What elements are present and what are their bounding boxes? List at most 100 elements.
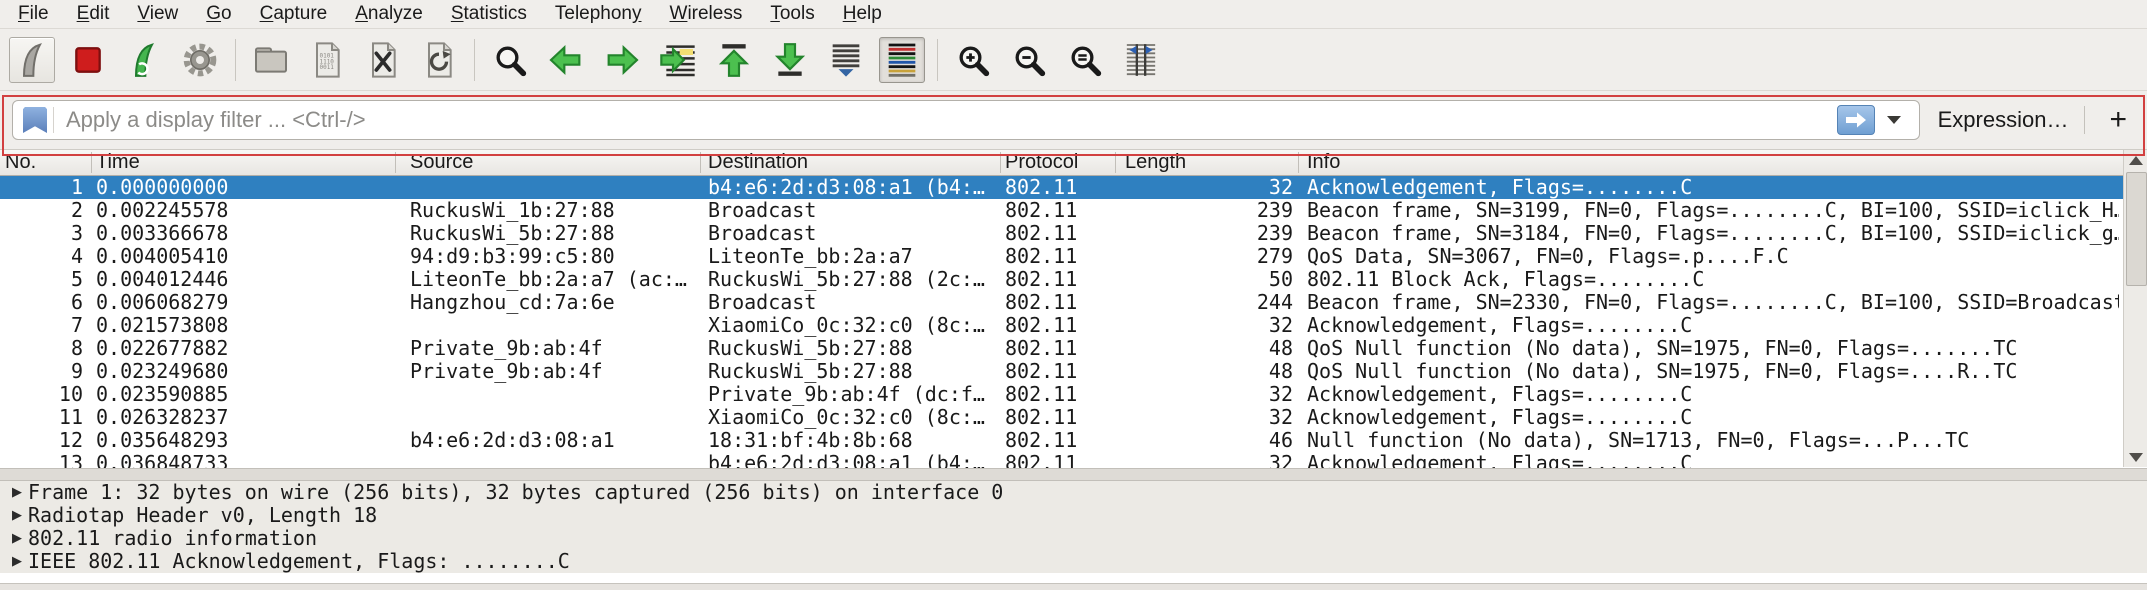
- cell-destination: Broadcast: [708, 199, 998, 222]
- packet-row[interactable]: 90.023249680Private_9b:ab:4fRuckusWi_5b:…: [0, 360, 2147, 383]
- cell-source: b4:e6:2d:d3:08:a1: [410, 429, 698, 452]
- expand-triangle-icon[interactable]: ▶: [0, 504, 28, 527]
- packet-list-scrollbar[interactable]: [2123, 150, 2147, 467]
- cell-protocol: 802.11: [1005, 406, 1113, 429]
- main-toolbar: 010111100011: [0, 29, 2147, 91]
- add-filter-button[interactable]: +: [2101, 105, 2135, 135]
- scroll-up-button[interactable]: [2124, 150, 2147, 170]
- cell-length: 32: [1115, 452, 1293, 468]
- packet-row[interactable]: 20.002245578RuckusWi_1b:27:88Broadcast80…: [0, 199, 2147, 222]
- reload-capture-file-icon[interactable]: [416, 37, 462, 83]
- apply-filter-button[interactable]: [1837, 105, 1875, 135]
- cell-destination: 18:31:bf:4b:8b:68: [708, 429, 998, 452]
- cell-info: Null function (No data), SN=1713, FN=0, …: [1307, 429, 2119, 452]
- cell-time: 0.002245578: [96, 199, 392, 222]
- packet-row[interactable]: 80.022677882Private_9b:ab:4fRuckusWi_5b:…: [0, 337, 2147, 360]
- cell-no: 11: [0, 406, 83, 429]
- menu-view[interactable]: View: [123, 1, 192, 27]
- cell-time: 0.000000000: [96, 176, 392, 199]
- restart-capture-icon[interactable]: [121, 37, 167, 83]
- capture-options-icon[interactable]: [177, 37, 223, 83]
- packet-row[interactable]: 110.026328237XiaomiCo_0c:32:c0 (8c:…802.…: [0, 406, 2147, 429]
- detail-row[interactable]: ▶802.11 radio information: [0, 527, 2147, 550]
- menu-edit[interactable]: Edit: [63, 1, 124, 27]
- last-packet-icon[interactable]: [767, 37, 813, 83]
- scrollbar-thumb[interactable]: [2126, 172, 2147, 286]
- previous-packet-icon[interactable]: [543, 37, 589, 83]
- save-capture-file-icon[interactable]: 010111100011: [304, 37, 350, 83]
- packet-row[interactable]: 10.000000000b4:e6:2d:d3:08:a1 (b4:…802.1…: [0, 176, 2147, 199]
- column-header-length[interactable]: Length: [1125, 150, 1186, 175]
- packet-row[interactable]: 70.021573808XiaomiCo_0c:32:c0 (8c:…802.1…: [0, 314, 2147, 337]
- packet-row[interactable]: 30.003366678RuckusWi_5b:27:88Broadcast80…: [0, 222, 2147, 245]
- cell-no: 7: [0, 314, 83, 337]
- start-capture-icon[interactable]: [9, 37, 55, 83]
- column-separator[interactable]: [395, 152, 396, 173]
- detail-row[interactable]: ▶Frame 1: 32 bytes on wire (256 bits), 3…: [0, 481, 2147, 504]
- cell-source: LiteonTe_bb:2a:a7 (ac:…: [410, 268, 698, 291]
- close-capture-file-icon[interactable]: [360, 37, 406, 83]
- cell-no: 4: [0, 245, 83, 268]
- cell-source: RuckusWi_5b:27:88: [410, 222, 698, 245]
- column-header-info[interactable]: Info: [1307, 150, 1340, 175]
- packet-row[interactable]: 120.035648293b4:e6:2d:d3:08:a118:31:bf:4…: [0, 429, 2147, 452]
- expression-button[interactable]: Expression…: [1938, 107, 2069, 133]
- column-separator[interactable]: [91, 152, 92, 173]
- column-header-no[interactable]: No.: [5, 150, 36, 175]
- cell-no: 3: [0, 222, 83, 245]
- first-packet-icon[interactable]: [711, 37, 757, 83]
- cell-info: Acknowledgement, Flags=........C: [1307, 176, 2119, 199]
- packet-row[interactable]: 60.006068279Hangzhou_cd:7a:6eBroadcast80…: [0, 291, 2147, 314]
- detail-row[interactable]: ▶Radiotap Header v0, Length 18: [0, 504, 2147, 527]
- menu-capture[interactable]: Capture: [246, 1, 342, 27]
- stop-capture-icon[interactable]: [65, 37, 111, 83]
- toolbar-separator: [235, 39, 236, 81]
- cell-protocol: 802.11: [1005, 245, 1113, 268]
- menu-telephony[interactable]: Telephony: [541, 1, 656, 27]
- find-packet-icon[interactable]: [487, 37, 533, 83]
- scroll-down-button[interactable]: [2124, 447, 2147, 467]
- detail-row[interactable]: ▶IEEE 802.11 Acknowledgement, Flags: ...…: [0, 550, 2147, 573]
- column-separator[interactable]: [1000, 152, 1001, 173]
- cell-length: 244: [1115, 291, 1293, 314]
- menu-statistics[interactable]: Statistics: [437, 1, 541, 27]
- cell-time: 0.004005410: [96, 245, 392, 268]
- filter-bookmark-icon[interactable]: [23, 107, 47, 133]
- column-separator[interactable]: [700, 152, 701, 173]
- zoom-reset-icon[interactable]: [1062, 37, 1108, 83]
- column-separator[interactable]: [1115, 152, 1116, 173]
- cell-no: 6: [0, 291, 83, 314]
- expand-triangle-icon[interactable]: ▶: [0, 481, 28, 504]
- column-header-protocol[interactable]: Protocol: [1005, 150, 1078, 175]
- next-packet-icon[interactable]: [599, 37, 645, 83]
- column-header-destination[interactable]: Destination: [708, 150, 808, 175]
- packet-row[interactable]: 50.004012446LiteonTe_bb:2a:a7 (ac:…Rucku…: [0, 268, 2147, 291]
- menu-go[interactable]: Go: [192, 1, 245, 27]
- column-header-time[interactable]: Time: [96, 150, 140, 175]
- go-to-packet-icon[interactable]: [655, 37, 701, 83]
- menu-wireless[interactable]: Wireless: [656, 1, 757, 27]
- menu-file[interactable]: File: [4, 1, 63, 27]
- expand-triangle-icon[interactable]: ▶: [0, 550, 28, 573]
- packet-row[interactable]: 100.023590885Private_9b:ab:4f (dc:f…802.…: [0, 383, 2147, 406]
- menu-tools[interactable]: Tools: [756, 1, 828, 27]
- column-header-source[interactable]: Source: [410, 150, 473, 175]
- filter-history-dropdown[interactable]: [1887, 116, 1901, 124]
- menu-help[interactable]: Help: [829, 1, 896, 27]
- cell-info: Beacon frame, SN=2330, FN=0, Flags=.....…: [1307, 291, 2119, 314]
- cell-time: 0.003366678: [96, 222, 392, 245]
- open-capture-file-icon[interactable]: [248, 37, 294, 83]
- packet-row[interactable]: 130.036848733b4:e6:2d:d3:08:a1 (b4:…802.…: [0, 452, 2147, 468]
- zoom-in-icon[interactable]: [950, 37, 996, 83]
- colorize-packets-icon[interactable]: [879, 37, 925, 83]
- cell-length: 32: [1115, 176, 1293, 199]
- zoom-out-icon[interactable]: [1006, 37, 1052, 83]
- column-separator[interactable]: [1298, 152, 1299, 173]
- expand-triangle-icon[interactable]: ▶: [0, 527, 28, 550]
- cell-time: 0.004012446: [96, 268, 392, 291]
- display-filter-input[interactable]: Apply a display filter ... <Ctrl-/>: [12, 100, 1920, 140]
- auto-scroll-icon[interactable]: [823, 37, 869, 83]
- resize-columns-icon[interactable]: [1118, 37, 1164, 83]
- packet-row[interactable]: 40.00400541094:d9:b3:99:c5:80LiteonTe_bb…: [0, 245, 2147, 268]
- menu-analyze[interactable]: Analyze: [341, 1, 437, 27]
